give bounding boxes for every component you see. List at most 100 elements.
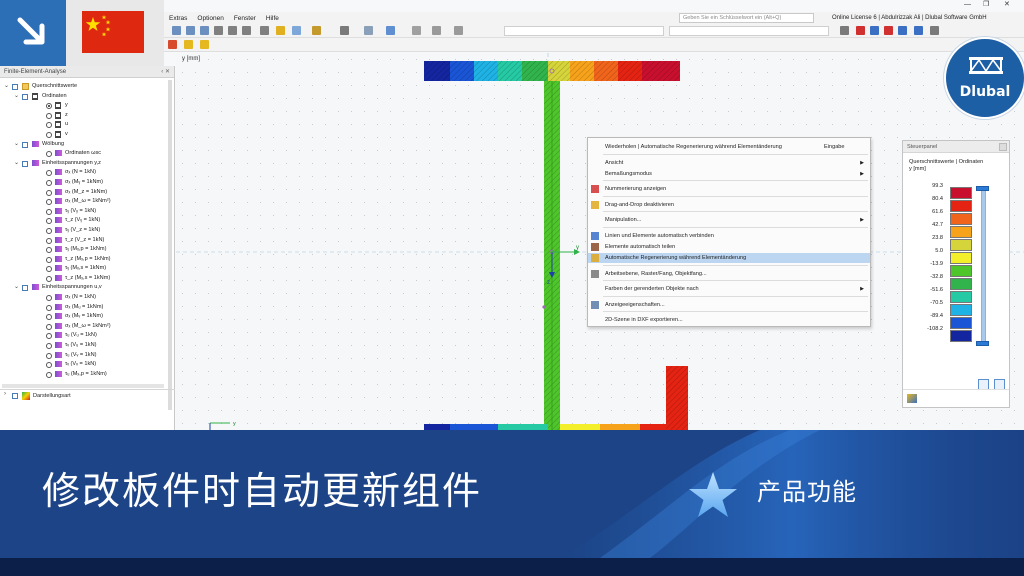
restore-icon[interactable]: ❐	[983, 0, 989, 10]
tree-radio[interactable]	[46, 266, 52, 273]
toolbar-tool-icon[interactable]	[214, 26, 223, 35]
toolbar-tool-icon[interactable]	[386, 26, 395, 35]
navigator-pin-close-icon[interactable]: ‹ ✕	[161, 66, 170, 78]
tree-checkbox[interactable]	[22, 93, 28, 100]
toolbar-tool-icon[interactable]	[870, 26, 879, 35]
tree-node[interactable]: z	[0, 111, 168, 121]
context-menu-item[interactable]: Farben der gerenderten Objekte nach ▶	[588, 284, 870, 294]
tree-radio[interactable]	[46, 227, 52, 234]
toolbar-tool-icon[interactable]	[364, 26, 373, 35]
tree-node[interactable]: τ_z (V_z = 1kN)	[0, 236, 168, 246]
tree-radio[interactable]	[46, 189, 52, 196]
toolbar-tool-icon[interactable]	[898, 26, 907, 35]
toolbar-tool-icon[interactable]	[200, 40, 209, 49]
toolbar-tool-icon[interactable]	[914, 26, 923, 35]
context-menu-item[interactable]: Arbeitsebene, Raster/Fang, Objektfang...	[588, 269, 870, 279]
tree-node[interactable]: σₓ (Mᵥ = 1kNm)	[0, 312, 168, 322]
context-menu-item[interactable]: Ansicht ▶	[588, 158, 870, 168]
tree-radio[interactable]	[46, 314, 52, 321]
toolbar-tool-icon[interactable]	[184, 40, 193, 49]
toolbar-tool-icon[interactable]	[242, 26, 251, 35]
tree-node[interactable]: τᵥ (Vᵥ = 1kN)	[0, 360, 168, 370]
toolbar-tool-icon[interactable]	[312, 26, 321, 35]
tree-node[interactable]: σₓ (M_z = 1kNm)	[0, 188, 168, 198]
tree-node[interactable]: v	[0, 130, 168, 140]
tree-node[interactable]: τᵧ (Vᵧ = 1kN)	[0, 207, 168, 217]
context-menu-item[interactable]: Drag-and-Drop deaktivieren	[588, 200, 870, 210]
menu-optionen[interactable]: Optionen	[192, 15, 228, 22]
toolbar-tool-icon[interactable]	[856, 26, 865, 35]
tree-node[interactable]: τᵧ (V_z = 1kN)	[0, 226, 168, 236]
tree-radio[interactable]	[46, 208, 52, 215]
toolbar-tool-icon[interactable]	[200, 26, 209, 35]
tree-radio[interactable]	[46, 112, 52, 119]
context-menu-item[interactable]: 2D-Szene in DXF exportieren...	[588, 315, 870, 325]
tree-radio[interactable]	[46, 352, 52, 359]
tree-radio[interactable]	[46, 247, 52, 254]
context-menu-item[interactable]: Linien und Elemente automatisch verbinde…	[588, 231, 870, 241]
toolbar-tool-icon[interactable]	[276, 26, 285, 35]
tree-node[interactable]: ⌄ Einheitsspannungen y,z	[0, 159, 168, 169]
menu-hilfe[interactable]: Hilfe	[261, 15, 284, 22]
tree-node[interactable]: τ_z (Mₓ,s = 1kNm)	[0, 274, 168, 284]
navigator-hscrollbar[interactable]	[2, 384, 164, 388]
tree-radio[interactable]	[46, 199, 52, 206]
top-flange[interactable]	[424, 61, 680, 81]
expand-icon[interactable]: ⌄	[14, 159, 20, 169]
tree-radio[interactable]	[46, 343, 52, 350]
tree-node[interactable]: σₓ (N = 1kN)	[0, 293, 168, 303]
toolbar-tool-icon[interactable]	[186, 26, 195, 35]
tree-node[interactable]: ⌄ Ordinaten	[0, 92, 168, 102]
toolbar-tool-icon[interactable]	[292, 26, 301, 35]
toolbar-combo[interactable]	[504, 26, 664, 36]
tree-radio[interactable]	[46, 275, 52, 282]
context-menu-item[interactable]: Manipulation... ▶	[588, 215, 870, 225]
tree-node[interactable]: τᵤ (Mₓ,p = 1kNm)	[0, 370, 168, 380]
toolbar-tool-icon[interactable]	[412, 26, 421, 35]
tree-radio[interactable]	[46, 304, 52, 311]
checkbox[interactable]	[12, 393, 18, 399]
tree-radio[interactable]	[46, 122, 52, 129]
toolbar-tool-icon[interactable]	[432, 26, 441, 35]
close-icon[interactable]	[999, 143, 1007, 151]
tree-node[interactable]: y	[0, 101, 168, 111]
navigator-bottom-node[interactable]: › Darstellungsart	[0, 389, 175, 401]
tree-node[interactable]: u	[0, 120, 168, 130]
toolbar-tool-icon[interactable]	[840, 26, 849, 35]
tree-node[interactable]: σₓ (M_ω = 1kNm²)	[0, 197, 168, 207]
tree-node[interactable]: τᵤ (Vᵥ = 1kN)	[0, 351, 168, 361]
menu-extras[interactable]: Extras	[164, 15, 192, 22]
toolbar-tool-icon[interactable]	[930, 26, 939, 35]
toolbar-tool-icon[interactable]	[884, 26, 893, 35]
expand-icon[interactable]: ›	[4, 391, 6, 397]
tree-node[interactable]: τᵥ (Vᵤ = 1kN)	[0, 341, 168, 351]
toolbar-tool-icon[interactable]	[260, 26, 269, 35]
tree-node[interactable]: ⌄ Querschnittswerte	[0, 82, 168, 92]
toolbar-tool-icon[interactable]	[228, 26, 237, 35]
tree-node[interactable]: ⌄ Wölbung	[0, 140, 168, 150]
expand-icon[interactable]: ⌄	[14, 283, 20, 293]
tree-radio[interactable]	[46, 295, 52, 302]
tree-radio[interactable]	[46, 371, 52, 378]
right-stiffener[interactable]	[666, 366, 688, 430]
tree-radio[interactable]	[46, 218, 52, 225]
tree-radio[interactable]	[46, 103, 52, 110]
context-menu-item[interactable]: Anzeigeeigenschaften...	[588, 300, 870, 310]
expand-icon[interactable]: ⌄	[14, 140, 20, 150]
tree-node[interactable]: σₓ (Mᵤ = 1kNm)	[0, 303, 168, 313]
tree-node[interactable]: τᵧ (Mₓ,p = 1kNm)	[0, 245, 168, 255]
tree-radio[interactable]	[46, 151, 52, 158]
legend-range-slider[interactable]	[981, 186, 986, 346]
navigator-scrollbar[interactable]	[168, 80, 172, 410]
tree-node[interactable]: Ordinaten ωsc	[0, 149, 168, 159]
toolbar-combo[interactable]	[669, 26, 829, 36]
tree-radio[interactable]	[46, 131, 52, 138]
context-menu-item[interactable]: Bemaßungsmodus ▶	[588, 169, 870, 179]
expand-icon[interactable]: ⌄	[14, 92, 20, 102]
palette-icon[interactable]	[907, 394, 917, 403]
tree-node[interactable]: ⌄ Einheitsspannungen u,v	[0, 283, 168, 293]
tree-checkbox[interactable]	[22, 141, 28, 148]
context-menu-item[interactable]: Wiederholen | Automatische Regenerierung…	[588, 142, 870, 152]
slider-bottom-thumb[interactable]	[976, 341, 989, 346]
minimize-icon[interactable]: —	[964, 0, 971, 10]
